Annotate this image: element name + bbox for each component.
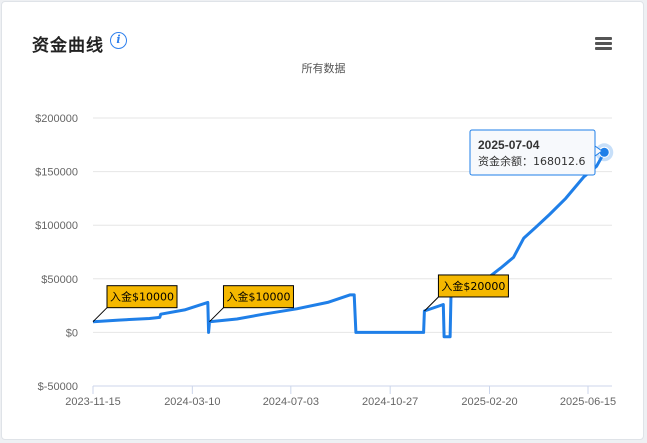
tooltip: 2025-07-04 资金余额：168012.6: [469, 129, 603, 176]
equity-series-line: [92, 151, 606, 339]
tooltip-box: [469, 129, 596, 176]
deposit-flag-label: 入金$10000: [226, 290, 290, 304]
x-tick-label: 2025-06-15: [560, 396, 616, 408]
y-tick-label: $100000: [35, 220, 78, 232]
tooltip-value: 资金余额：168012.6: [478, 154, 586, 168]
x-tick-label: 2024-07-03: [263, 396, 319, 408]
deposit-flag-label: 入金$20000: [441, 279, 505, 293]
x-tick-label: 2025-02-20: [461, 396, 517, 408]
y-tick-label: $150000: [35, 167, 78, 179]
deposit-flag-label: 入金$10000: [110, 290, 174, 304]
tooltip-date: 2025-07-04: [478, 138, 540, 152]
y-tick-label: $0: [66, 327, 78, 339]
y-tick-label: $200000: [35, 113, 78, 125]
x-tick-label: 2024-03-10: [164, 396, 220, 408]
y-tick-label: $50000: [41, 274, 78, 286]
x-tick-label: 2024-10-27: [362, 396, 418, 408]
y-tick-label: $-50000: [38, 381, 78, 393]
x-tick-label: 2023-11-15: [65, 396, 120, 408]
equity-line-chart: $200000 $150000 $100000 $50000 $0 $-50000 2023…: [35, 113, 616, 408]
